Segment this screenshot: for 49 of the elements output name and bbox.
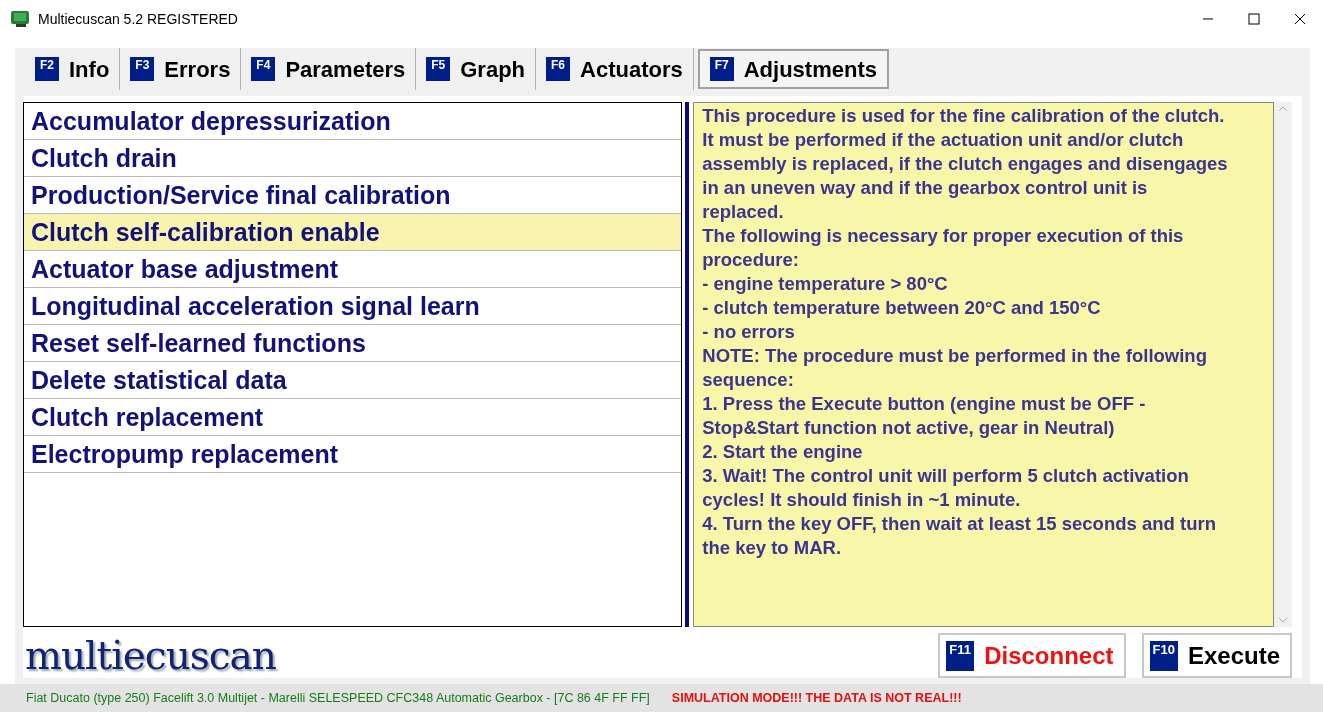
procedure-item[interactable]: Longitudinal acceleration signal learn	[24, 288, 682, 325]
description-line: - engine temperature > 80°C	[702, 272, 949, 296]
procedure-item[interactable]: Delete statistical data	[24, 362, 682, 399]
simulation-warning: SIMULATION MODE!!! THE DATA IS NOT REAL!!!	[671, 689, 962, 707]
description-line: - no errors	[702, 320, 796, 344]
function-key-icon: F7	[709, 57, 734, 81]
function-key-icon: F11	[946, 640, 975, 671]
app-icon	[10, 10, 30, 28]
description-line: in an uneven way and if the gearbox control unit is	[702, 176, 1149, 200]
logo: multiecuscan	[25, 636, 276, 675]
description-line: The following is necessary for proper execution of this	[702, 224, 1185, 248]
maximize-icon	[1248, 13, 1260, 25]
procedure-item[interactable]: Reset self-learned functions	[24, 325, 682, 362]
description-line: NOTE: The procedure must be performed in the following	[702, 344, 1208, 368]
function-button[interactable]: F10 Execute	[1141, 633, 1292, 678]
function-key-icon: F2	[35, 57, 59, 81]
description-line: - clutch temperature between 20°C and 150°C	[702, 296, 1102, 320]
procedure-item[interactable]: Electropump replacement	[24, 436, 682, 473]
scroll-up-icon[interactable]	[1278, 106, 1289, 112]
description-line: assembly is replaced, if the clutch engages and disengages	[702, 152, 1229, 176]
description-line: Stop&Start function not active, gear in Neutral)	[702, 416, 1116, 440]
description-line: sequence:	[702, 368, 795, 392]
scrollbar[interactable]	[1274, 102, 1292, 627]
description-line: replaced.	[702, 200, 785, 224]
description-line: the key to MAR.	[702, 536, 843, 560]
function-key-icon: F4	[251, 57, 276, 81]
function-key-icon: F6	[546, 57, 571, 81]
scroll-down-icon[interactable]	[1278, 617, 1289, 623]
procedure-item[interactable]: Actuator base adjustment	[24, 251, 682, 288]
window-title: Multiecuscan 5.2 REGISTERED	[38, 9, 238, 29]
function-key-icon: F3	[130, 57, 155, 81]
description-line: This procedure is used for the fine calibration of the clutch.	[702, 104, 1226, 128]
description-line: 1. Press the Execute button (engine must be OFF -	[702, 392, 1147, 416]
description-line: cycles! It should finish in ~1 minute.	[702, 488, 1022, 512]
description-line: 4. Turn the key OFF, then wait at least 15 seconds and turn	[702, 512, 1217, 536]
function-key-icon: F10	[1149, 640, 1178, 671]
description-line: 2. Start the engine	[702, 440, 864, 464]
procedure-item[interactable]: Clutch self-calibration enable	[24, 214, 682, 251]
close-icon	[1294, 13, 1306, 25]
procedure-item[interactable]: Clutch replacement	[24, 399, 682, 436]
procedure-item[interactable]: Clutch drain	[24, 140, 682, 177]
tab[interactable]: F7 Adjustments	[697, 49, 889, 89]
description-line: procedure:	[702, 248, 800, 272]
description-line: It must be performed if the actuation unit and/or clutch	[702, 128, 1185, 152]
vehicle-info: Fiat Ducato (type 250) Facelift 3.0 Multijet - Marelli SELESPEED CFC348 Automatic Gearbox - [7C 86 4F FF FF]	[26, 689, 650, 707]
function-key-icon: F5	[426, 57, 451, 81]
function-button[interactable]: F11 Disconnect	[938, 633, 1126, 678]
procedure-item[interactable]: Accumulator depressurization	[24, 103, 682, 140]
description-line: 3. Wait! The control unit will perform 5 clutch activation	[702, 464, 1190, 488]
